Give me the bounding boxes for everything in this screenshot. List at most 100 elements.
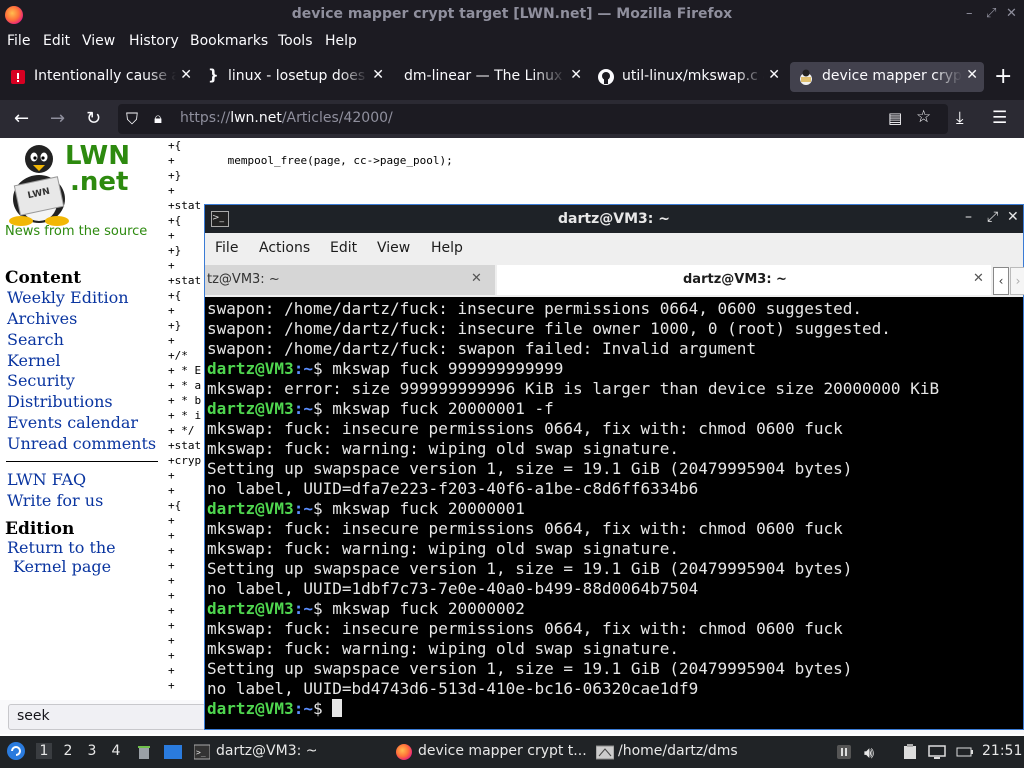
terminal-minimize-icon[interactable]: –: [965, 209, 972, 225]
taskbar: 1 2 3 4 >_ dartz@VM3: ~ device mapper cr…: [0, 736, 1024, 768]
terminal-menu-edit[interactable]: Edit: [330, 240, 357, 256]
back-arrow-icon[interactable]: ←: [14, 108, 29, 129]
shield-icon[interactable]: ⛉: [126, 109, 138, 129]
prompt-path: :~: [293, 359, 313, 378]
terminal-tab-strip: tz@VM3: ~ ✕ dartz@VM3: ~ ✕ ‹ ›: [205, 263, 1024, 297]
lock-icon[interactable]: 🔒︎: [154, 109, 162, 127]
tab-label: util-linux/mkswap.c a: [622, 68, 764, 84]
task-terminal[interactable]: dartz@VM3: ~: [216, 743, 318, 759]
task-file-manager[interactable]: /home/dartz/dms: [618, 743, 738, 759]
tab-dm-linear[interactable]: dm-linear — The Linux K ✕: [392, 62, 588, 92]
menu-file[interactable]: File: [7, 33, 30, 49]
tab-close-icon[interactable]: ✕: [768, 67, 780, 83]
terminal-output-line: no label, UUID=bd4743d6-513d-410e-bc16-0…: [207, 679, 699, 698]
tab-close-icon[interactable]: ✕: [966, 67, 978, 83]
terminal-menu-view[interactable]: View: [377, 240, 410, 256]
workspace-2[interactable]: 2: [60, 743, 76, 759]
terminal-output-line: Setting up swapspace version 1, size = 1…: [207, 659, 853, 678]
content-heading: Content: [5, 268, 82, 288]
battery-icon[interactable]: [956, 744, 973, 760]
terminal-tab-1[interactable]: tz@VM3: ~ ✕: [205, 265, 495, 295]
network-icon[interactable]: [928, 744, 946, 760]
terminal-tab-close-icon[interactable]: ✕: [973, 271, 984, 286]
show-desktop-icon[interactable]: [164, 744, 182, 760]
forward-arrow-icon[interactable]: →: [50, 108, 65, 129]
link-kernel[interactable]: Kernel: [7, 351, 61, 370]
volume-icon[interactable]: 🔊︎: [864, 743, 874, 763]
workspace-4[interactable]: 4: [108, 743, 124, 759]
hamburger-menu-icon[interactable]: ☰: [992, 108, 1007, 128]
find-input[interactable]: seek: [8, 704, 206, 730]
terminal-tab-2[interactable]: dartz@VM3: ~ ✕: [497, 265, 991, 295]
terminal-output-line: Setting up swapspace version 1, size = 1…: [207, 459, 853, 478]
prompt-user: dartz@VM3: [207, 399, 294, 418]
prompt-command: $ mkswap fuck 999999999999: [312, 359, 564, 378]
link-write-for-us[interactable]: Write for us: [7, 491, 103, 510]
terminal-tab-close-icon[interactable]: ✕: [471, 271, 482, 286]
terminal-output[interactable]: swapon: /home/dartz/fuck: insecure permi…: [207, 299, 1023, 729]
menu-bookmarks[interactable]: Bookmarks: [190, 33, 268, 49]
terminal-cursor: [332, 699, 343, 717]
lwn-logo-text[interactable]: LWN: [65, 143, 130, 169]
tab-losetup[interactable]: } linux - losetup does n ✕: [200, 62, 390, 92]
menu-edit[interactable]: Edit: [43, 33, 70, 49]
clock[interactable]: 21:51: [982, 743, 1022, 759]
link-security[interactable]: Security: [7, 371, 75, 390]
tab-close-icon[interactable]: ✕: [570, 67, 582, 83]
tab-label: device mapper crypt: [822, 68, 962, 84]
close-icon[interactable]: ✕: [1006, 6, 1017, 21]
link-unread-comments[interactable]: Unread comments: [7, 434, 156, 453]
reader-view-icon[interactable]: ▤: [888, 109, 902, 127]
terminal-tab-next-icon[interactable]: ›: [1010, 267, 1024, 295]
new-tab-button[interactable]: +: [994, 64, 1012, 89]
clipboard-icon[interactable]: [902, 744, 918, 760]
link-search[interactable]: Search: [7, 330, 64, 349]
terminal-tab-prev-icon[interactable]: ‹: [993, 267, 1009, 295]
terminal-maximize-icon[interactable]: ⤢: [987, 209, 998, 225]
terminal-titlebar[interactable]: >_ dartz@VM3: ~ – ⤢ ✕: [205, 205, 1023, 233]
tab-close-icon[interactable]: ✕: [180, 67, 192, 83]
terminal-output-line: mkswap: fuck: insecure permissions 0664,…: [207, 519, 843, 538]
link-return-to-kernel[interactable]: Return to the: [7, 538, 116, 557]
menu-view[interactable]: View: [82, 33, 115, 49]
tab-mkswap-github[interactable]: util-linux/mkswap.c a ✕: [590, 62, 786, 92]
url-text[interactable]: https://lwn.net/Articles/42000/: [180, 110, 393, 126]
terminal-output-line: Setting up swapspace version 1, size = 1…: [207, 559, 853, 578]
terminal-output-line: mkswap: error: size 999999999996 KiB is …: [207, 379, 940, 398]
tab-intentionally-cause[interactable]: Intentionally cause a ✕: [2, 62, 198, 92]
terminal-close-icon[interactable]: ✕: [1007, 209, 1019, 225]
pause-icon[interactable]: [836, 744, 852, 760]
terminal-prompt-line: dartz@VM3:~$ mkswap fuck 999999999999: [207, 359, 1023, 379]
prompt-path: :~: [293, 599, 313, 618]
url-bar[interactable]: ⛉ 🔒︎ https://lwn.net/Articles/42000/ ▤ ☆: [118, 104, 948, 134]
tab-close-icon[interactable]: ✕: [372, 67, 384, 83]
link-lwn-faq[interactable]: LWN FAQ: [7, 470, 86, 489]
github-icon: [598, 69, 614, 85]
link-weekly-edition[interactable]: Weekly Edition: [7, 288, 129, 307]
terminal-tab-label: tz@VM3: ~: [207, 272, 280, 287]
lwn-logo-net[interactable]: .net: [70, 169, 128, 195]
task-firefox[interactable]: device mapper crypt t...: [418, 743, 587, 759]
link-archives[interactable]: Archives: [7, 309, 77, 328]
menu-tools[interactable]: Tools: [278, 33, 313, 49]
workspace-3[interactable]: 3: [84, 743, 100, 759]
terminal-menu-help[interactable]: Help: [431, 240, 463, 256]
terminal-menu-file[interactable]: File: [215, 240, 238, 256]
maximize-icon[interactable]: ⤢: [986, 6, 996, 21]
tab-device-mapper[interactable]: device mapper crypt ✕: [790, 62, 984, 92]
menu-history[interactable]: History: [129, 33, 179, 49]
bookmark-star-icon[interactable]: ☆: [916, 107, 931, 127]
terminal-menu-actions[interactable]: Actions: [259, 240, 310, 256]
url-host: lwn.net: [230, 110, 282, 126]
terminal-window[interactable]: >_ dartz@VM3: ~ – ⤢ ✕ File Actions Edit …: [204, 204, 1024, 730]
minimize-icon[interactable]: –: [966, 6, 973, 21]
app-menu-icon[interactable]: [6, 741, 26, 765]
workspace-1[interactable]: 1: [36, 743, 52, 759]
menu-help[interactable]: Help: [325, 33, 357, 49]
link-distributions[interactable]: Distributions: [7, 392, 113, 411]
downloads-icon[interactable]: ⤓: [956, 108, 964, 128]
link-events-calendar[interactable]: Events calendar: [7, 413, 138, 432]
trash-icon[interactable]: [136, 744, 152, 760]
reload-icon[interactable]: ↻: [86, 108, 101, 129]
link-kernel-page[interactable]: Kernel page: [13, 557, 111, 576]
